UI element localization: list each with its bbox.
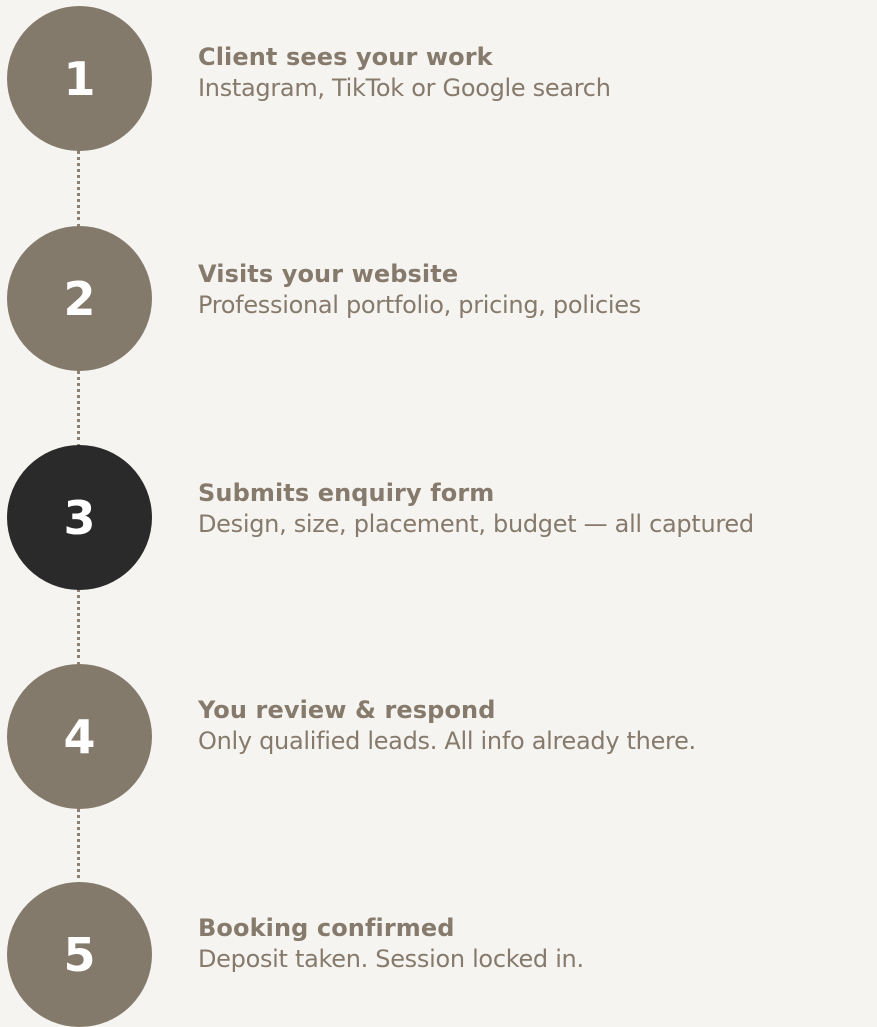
step-3-text: Submits enquiry form Design, size, place… [198,478,877,540]
connector-4-5 [77,808,80,886]
step-3-description: Design, size, placement, budget — all ca… [198,510,754,538]
step-4-description: Only qualified leads. All info already t… [198,727,696,755]
step-2-text: Visits your website Professional portfol… [198,259,877,321]
step-4-circle: 4 [7,664,152,809]
connector-1-2 [77,150,80,228]
step-1-number: 1 [63,51,96,106]
step-2-circle: 2 [7,226,152,371]
step-1-description: Instagram, TikTok or Google search [198,74,611,102]
step-2-description: Professional portfolio, pricing, policie… [198,291,641,319]
step-1-title: Client sees your work [198,43,493,71]
step-4-title: You review & respond [198,696,496,724]
step-5-description: Deposit taken. Session locked in. [198,945,584,973]
step-5-text: Booking confirmed Deposit taken. Session… [198,913,877,975]
step-2-number: 2 [63,271,96,326]
step-4-text: You review & respond Only qualified lead… [198,695,877,757]
step-5-number: 5 [63,927,96,982]
step-3-title: Submits enquiry form [198,479,495,507]
step-4-number: 4 [63,709,96,764]
step-5-title: Booking confirmed [198,914,455,942]
step-2-title: Visits your website [198,260,459,288]
step-3-circle: 3 [7,445,152,590]
connector-3-4 [77,588,80,666]
connector-2-3 [77,370,80,448]
step-1-circle: 1 [7,6,152,151]
step-5-circle: 5 [7,882,152,1027]
step-1-text: Client sees your work Instagram, TikTok … [198,42,877,104]
step-3-number: 3 [63,490,96,545]
